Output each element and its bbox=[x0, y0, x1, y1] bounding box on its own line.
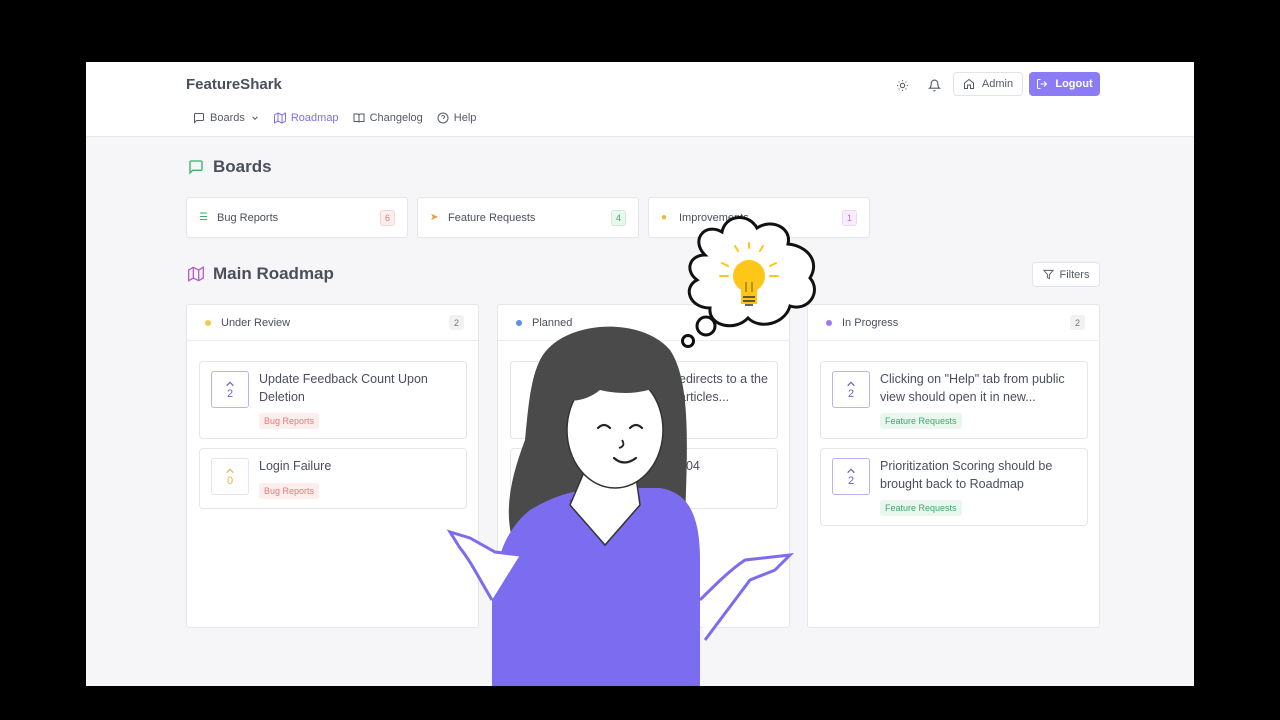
woman-with-idea-illustration bbox=[446, 216, 816, 686]
